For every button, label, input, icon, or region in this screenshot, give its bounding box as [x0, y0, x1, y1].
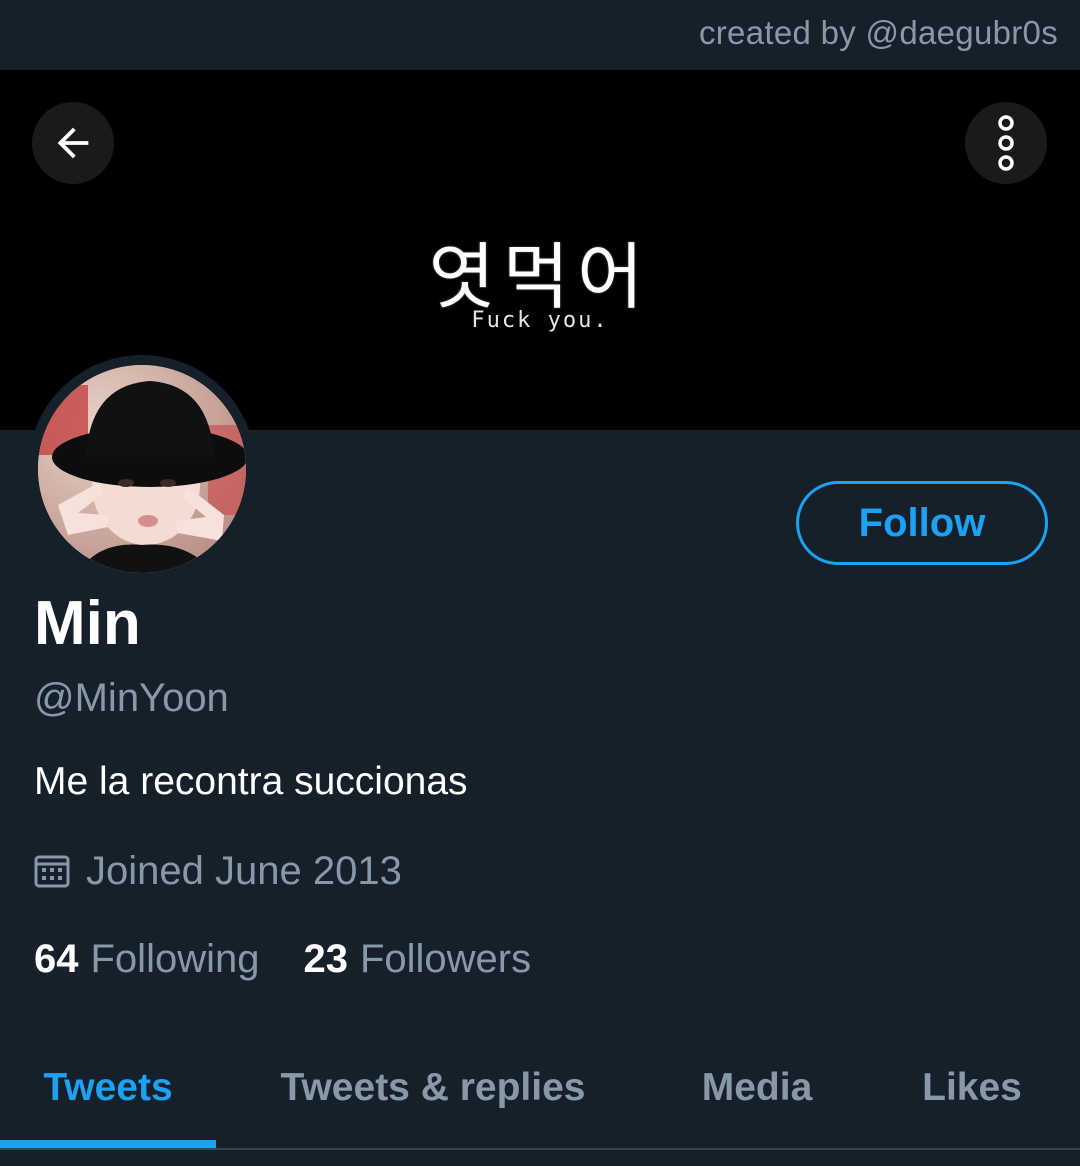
credit-bar: created by @daegubr0s: [0, 0, 1080, 70]
tabs-divider: [0, 1148, 1080, 1150]
back-button[interactable]: [32, 102, 114, 184]
tab-tweets-replies[interactable]: Tweets & replies: [226, 1034, 640, 1142]
profile-screen: created by @daegubr0s 엿먹어 Fuck you. Foll…: [0, 0, 1080, 1166]
avatar[interactable]: [28, 355, 256, 583]
bio-text: Me la recontra succionas: [34, 760, 468, 803]
more-options-button[interactable]: [965, 102, 1047, 184]
following-stat[interactable]: 64 Following: [34, 937, 259, 982]
tab-media[interactable]: Media: [660, 1034, 854, 1142]
tab-tweets[interactable]: Tweets: [0, 1034, 216, 1142]
follow-stats: 64 Following 23 Followers: [34, 937, 531, 982]
arrow-left-icon: [57, 127, 89, 159]
calendar-icon: [34, 855, 70, 888]
followers-label: Followers: [359, 937, 532, 981]
more-vertical-icon: [998, 115, 1014, 171]
avatar-photo: [38, 365, 246, 573]
follow-button[interactable]: Follow: [796, 481, 1048, 565]
tab-likes[interactable]: Likes: [866, 1034, 1078, 1142]
followers-stat[interactable]: 23 Followers: [303, 937, 531, 982]
active-tab-indicator: [0, 1140, 216, 1148]
credit-watermark: created by @daegubr0s: [698, 14, 1058, 51]
profile-tabs: Tweets Tweets & replies Media Likes: [0, 1034, 1080, 1150]
following-count: 64: [34, 937, 79, 981]
user-handle: @MinYoon: [34, 676, 229, 720]
display-name: Min: [34, 589, 141, 658]
followers-count: 23: [303, 937, 348, 981]
joined-date: Joined June 2013: [34, 847, 402, 895]
following-label: Following: [90, 937, 260, 981]
banner-english-text: Fuck you.: [471, 308, 609, 333]
joined-text: Joined June 2013: [86, 848, 402, 893]
